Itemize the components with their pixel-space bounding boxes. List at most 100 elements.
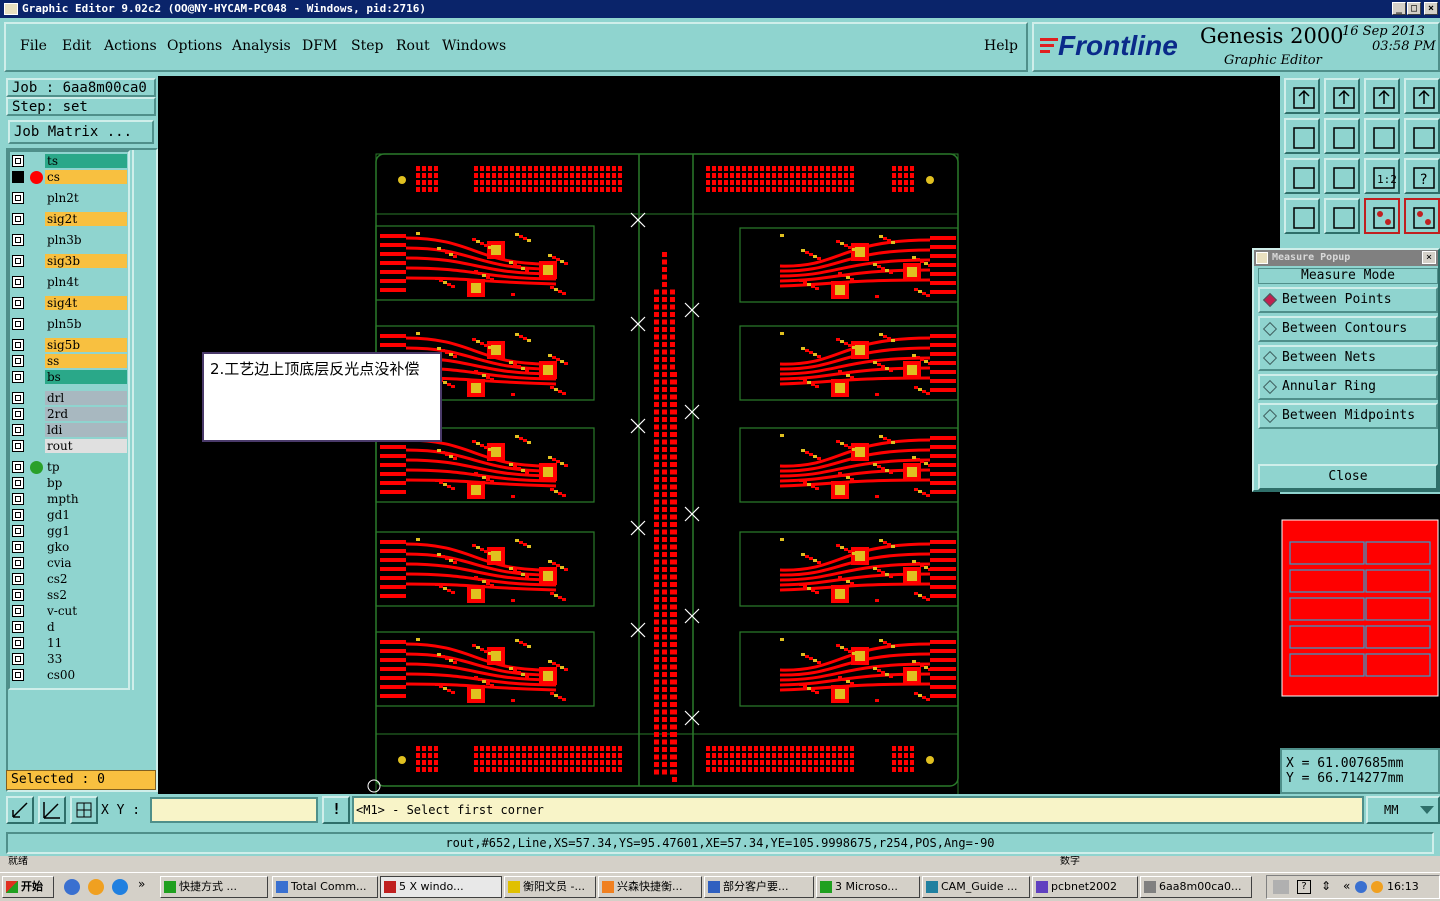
start-button[interactable]: 开始	[2, 876, 54, 898]
home-up-icon[interactable]	[1284, 78, 1320, 114]
layer-name[interactable]: ss	[45, 354, 127, 368]
layer-row[interactable]: cs2	[12, 572, 128, 587]
layer-name[interactable]: 2rd	[45, 407, 127, 421]
close-icon[interactable]: ×	[1424, 2, 1438, 15]
measure-option[interactable]: Between Nets	[1258, 345, 1438, 371]
quicklaunch-2-icon[interactable]	[112, 879, 128, 895]
measure-option[interactable]: Between Contours	[1258, 316, 1438, 342]
panel-overview-map[interactable]	[1280, 494, 1440, 748]
measure-close-button[interactable]: Close	[1258, 464, 1438, 490]
layer-row[interactable]: gd1	[12, 508, 128, 523]
layer-list-scrollbar[interactable]	[132, 150, 154, 690]
layer-checkbox[interactable]	[12, 408, 24, 420]
layer-name[interactable]: cs	[45, 170, 127, 184]
measure-option[interactable]: Annular Ring	[1258, 374, 1438, 400]
layer-checkbox[interactable]	[12, 276, 24, 288]
layer-name[interactable]: gko	[45, 540, 127, 554]
layer-name[interactable]: sig5b	[45, 338, 127, 352]
zoom-fit-icon[interactable]	[1284, 158, 1320, 194]
layer-name[interactable]: 33	[45, 652, 127, 666]
layer-checkbox[interactable]	[12, 339, 24, 351]
popup-close-icon[interactable]: ×	[1422, 251, 1436, 264]
layer-name[interactable]: pln2t	[45, 191, 127, 205]
layer-name[interactable]: d	[45, 620, 127, 634]
menu-options[interactable]: Options	[167, 38, 222, 54]
layer-checkbox[interactable]	[12, 589, 24, 601]
measure-popup-titlebar[interactable]: Measure Popup ×	[1254, 250, 1438, 266]
menu-actions[interactable]: Actions	[104, 38, 157, 54]
keyboard-icon[interactable]	[1273, 880, 1289, 894]
layer-row[interactable]: pln4t	[12, 275, 128, 290]
layer-name[interactable]: rout	[45, 439, 127, 453]
menu-dfm[interactable]: DFM	[302, 38, 337, 54]
layer-row[interactable]: ts	[12, 154, 128, 169]
layer-checkbox[interactable]	[12, 234, 24, 246]
layer-row[interactable]: d	[12, 620, 128, 635]
layer-name[interactable]: sig2t	[45, 212, 127, 226]
layer-nav-icon[interactable]	[1364, 198, 1400, 234]
layer-row[interactable]: tp	[12, 460, 128, 475]
tray-app-2-icon[interactable]	[1371, 881, 1383, 893]
layer-name[interactable]: tp	[45, 460, 127, 474]
menu-windows[interactable]: Windows	[442, 38, 506, 54]
layer-row[interactable]: pln2t	[12, 191, 128, 206]
layer-name[interactable]: v-cut	[45, 604, 127, 618]
snap-tool-icon[interactable]	[1284, 198, 1320, 234]
layer-checkbox[interactable]	[12, 171, 24, 183]
layer-name[interactable]: 11	[45, 636, 127, 650]
layer-name[interactable]: bs	[45, 370, 127, 384]
layer-row[interactable]: rout	[12, 439, 128, 454]
layer-checkbox[interactable]	[12, 477, 24, 489]
layer-name[interactable]: pln4t	[45, 275, 127, 289]
layer-checkbox[interactable]	[12, 509, 24, 521]
layer-checkbox[interactable]	[12, 355, 24, 367]
layer-checkbox[interactable]	[12, 392, 24, 404]
home-icon[interactable]	[1364, 78, 1400, 114]
layer-checkbox[interactable]	[12, 155, 24, 167]
measure-tool-icon[interactable]	[38, 796, 66, 824]
layer-checkbox[interactable]	[12, 573, 24, 585]
tray-arrows-icon[interactable]: ⇕	[1321, 879, 1331, 893]
layer-name[interactable]: pln5b	[45, 317, 127, 331]
layer-name[interactable]: mpth	[45, 492, 127, 506]
maximize-icon[interactable]: □	[1407, 2, 1421, 15]
layer-checkbox[interactable]	[12, 669, 24, 681]
taskbar-button[interactable]: CAM_Guide ...	[922, 876, 1030, 898]
xy-input[interactable]	[150, 797, 318, 823]
layer-row[interactable]: pln5b	[12, 317, 128, 332]
layer-checkbox[interactable]	[12, 541, 24, 553]
grid-snap-icon[interactable]	[70, 796, 98, 824]
layer-row[interactable]: ldi	[12, 423, 128, 438]
taskbar-button[interactable]: 部分客户要...	[704, 876, 814, 898]
help-icon[interactable]: ?	[1404, 158, 1440, 194]
layer-name[interactable]: ldi	[45, 423, 127, 437]
measure-option[interactable]: Between Midpoints	[1258, 403, 1438, 429]
layer-row[interactable]: 33	[12, 652, 128, 667]
taskbar-button[interactable]: 衡阳文员 -...	[504, 876, 596, 898]
quicklaunch-icon[interactable]	[88, 879, 104, 895]
layer-row[interactable]: cvia	[12, 556, 128, 571]
taskbar-button[interactable]: pcbnet2002	[1032, 876, 1138, 898]
layer-checkbox[interactable]	[12, 192, 24, 204]
layer-row[interactable]: ss	[12, 354, 128, 369]
layer-checkbox[interactable]	[12, 318, 24, 330]
layer-checkbox[interactable]	[12, 424, 24, 436]
more-quicklaunch-icon[interactable]: »	[138, 877, 145, 891]
layer-row[interactable]: ss2	[12, 588, 128, 603]
layer-checkbox[interactable]	[12, 297, 24, 309]
layer-row[interactable]: 2rd	[12, 407, 128, 422]
home-down-icon[interactable]	[1324, 78, 1360, 114]
pan-left-icon[interactable]	[1284, 118, 1320, 154]
layer-row[interactable]: gko	[12, 540, 128, 555]
measure-option[interactable]: Between Points	[1258, 287, 1438, 313]
layer-checkbox[interactable]	[12, 557, 24, 569]
layer-checkbox[interactable]	[12, 525, 24, 537]
pan-right-icon[interactable]	[1324, 118, 1360, 154]
layer-row[interactable]: pln3b	[12, 233, 128, 248]
layer-row[interactable]: 11	[12, 636, 128, 651]
menu-edit[interactable]: Edit	[62, 38, 91, 54]
layer-checkbox[interactable]	[12, 213, 24, 225]
layer-checkbox[interactable]	[12, 605, 24, 617]
minimize-icon[interactable]: _	[1392, 2, 1406, 15]
zoom-center-icon[interactable]	[1324, 158, 1360, 194]
